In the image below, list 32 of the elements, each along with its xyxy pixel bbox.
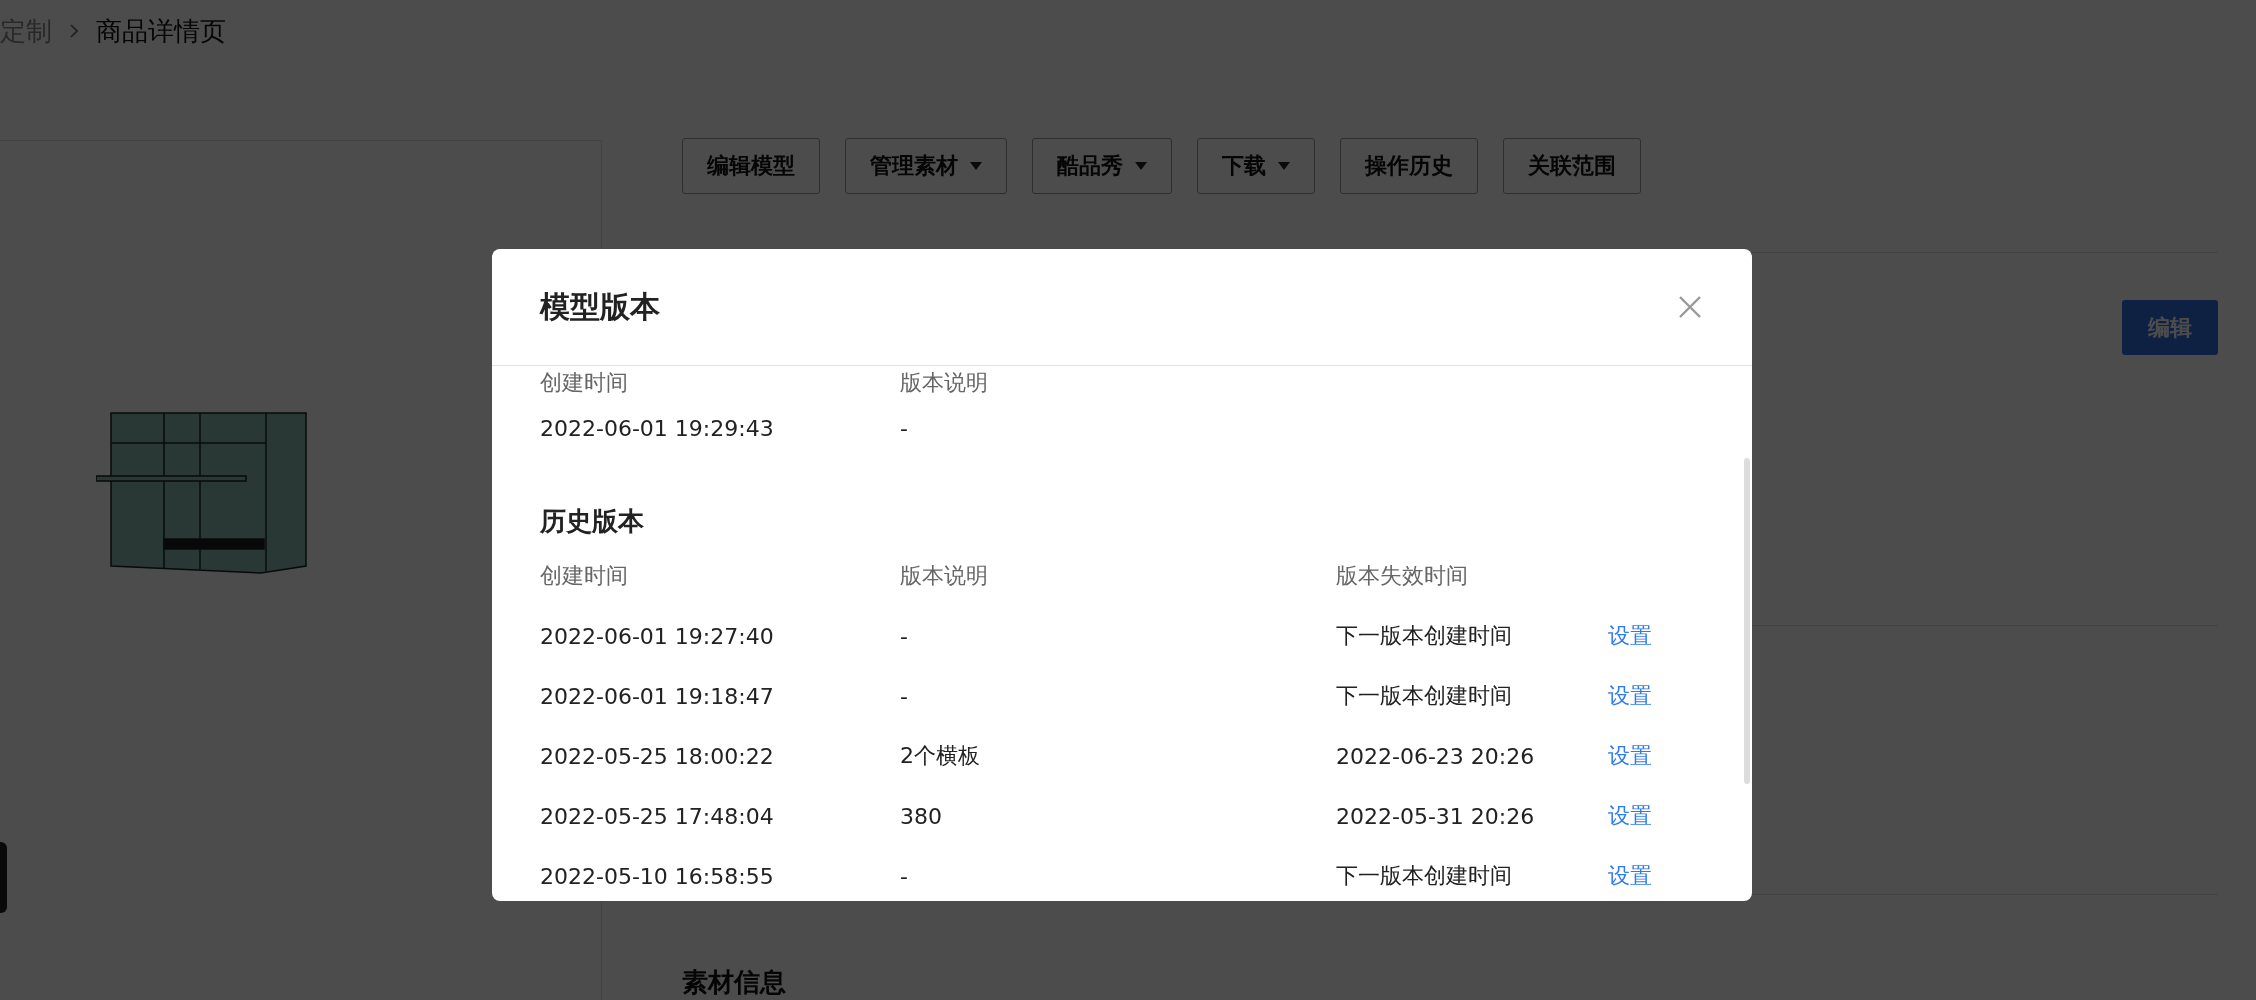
scrollbar[interactable]	[1744, 458, 1750, 784]
table-cell-text: -	[900, 862, 909, 891]
table-cell-text: 2022-06-01 19:27:40	[540, 622, 775, 651]
table-cell-text: 2022-06-01 19:29:43	[540, 414, 775, 443]
breadcrumb-item: 商品详情页	[96, 14, 226, 48]
settings-link[interactable]: 设置	[1608, 801, 1652, 831]
column-header: 创建时间	[540, 369, 629, 397]
settings-link[interactable]: 设置	[1608, 741, 1652, 771]
section-title: 历史版本	[540, 504, 645, 538]
table-cell-text: 下一版本创建时间	[1336, 682, 1513, 710]
table-cell-text: 2022-05-31 20:26	[1336, 802, 1536, 831]
table-cell-text: 2022-06-01 19:18:47	[540, 682, 775, 711]
table-cell-text: -	[900, 414, 909, 443]
column-header: 版本说明	[900, 562, 989, 590]
table-cell-text: 2022-05-10 16:58:55	[540, 862, 775, 891]
table-cell-text: 2022-05-25 18:00:22	[540, 742, 775, 771]
table-cell-text: -	[900, 682, 909, 711]
modal-title: 模型版本	[540, 287, 660, 326]
table-cell-text: 下一版本创建时间	[1336, 862, 1513, 890]
column-header: 版本说明	[900, 369, 989, 397]
column-header: 版本失效时间	[1336, 562, 1469, 590]
settings-link[interactable]: 设置	[1608, 861, 1652, 891]
table-cell-text: 下一版本创建时间	[1336, 622, 1513, 650]
settings-link[interactable]: 设置	[1608, 621, 1652, 651]
table-cell-text: 2个横板	[900, 742, 981, 770]
table-cell-text: 2022-06-23 20:26	[1336, 742, 1536, 771]
section-title: 素材信息	[682, 966, 787, 999]
table-cell-text: 2022-05-25 17:48:04	[540, 802, 775, 831]
table-cell-text: -	[900, 622, 909, 651]
column-header: 创建时间	[540, 562, 629, 590]
table-cell-text: 380	[900, 802, 943, 831]
settings-link[interactable]: 设置	[1608, 681, 1652, 711]
